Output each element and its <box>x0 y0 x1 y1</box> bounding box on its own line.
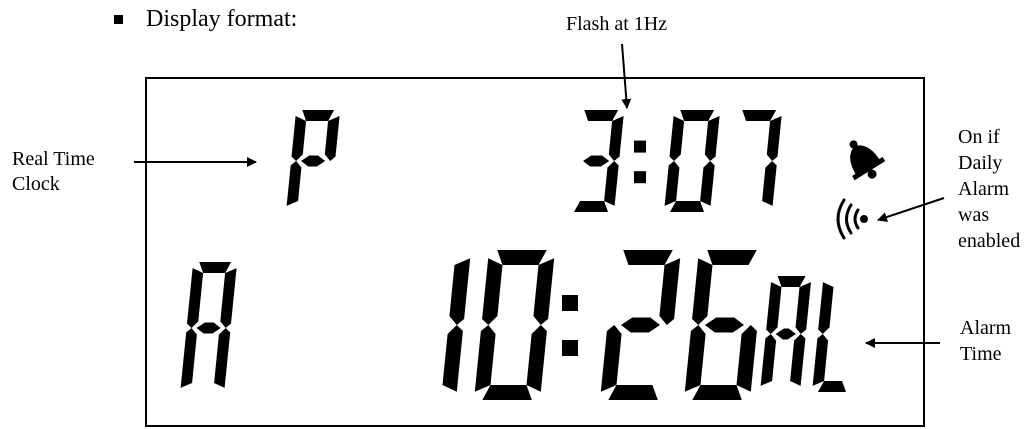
lcd-segment-e <box>664 161 680 206</box>
lcd-segment-e <box>684 325 706 392</box>
lcd-segment-g <box>301 155 326 167</box>
colon-dot <box>562 340 578 356</box>
lcd-segment-b <box>533 258 555 325</box>
lcd-segment-g <box>705 317 744 333</box>
lcd-segment-e <box>760 334 777 386</box>
lcd-glyphs <box>180 110 846 400</box>
lcd-segment-b <box>795 282 811 334</box>
lcd-segment-c <box>442 325 463 392</box>
bell-icon <box>849 140 886 181</box>
lcd-segment-c <box>700 161 715 206</box>
lcd-segment-a <box>302 110 335 121</box>
lcd-segment-f <box>669 116 685 161</box>
lcd-segment-a <box>680 110 715 121</box>
alarm-time-digit-0 <box>474 250 555 400</box>
alarm-time-digit-2 <box>600 250 681 400</box>
lcd-segment-e <box>600 325 622 392</box>
lcd-segment-f <box>482 258 503 325</box>
lcd-segment-c <box>790 334 806 386</box>
lcd-segment-a <box>742 110 777 121</box>
lcd-segment-f <box>818 282 834 334</box>
lcd-segment-d <box>692 385 742 400</box>
flash-arrow <box>621 43 632 109</box>
alarm-period-digit-A <box>180 262 237 388</box>
lcd-segment-a <box>497 250 547 265</box>
rtc-time-digit-3 <box>574 110 624 212</box>
rtc-period-digit-P <box>286 110 340 206</box>
lcd-segment-g <box>196 322 221 334</box>
lcd-segment-b <box>659 258 681 325</box>
lcd-segment-b <box>766 116 782 161</box>
lcd-segment-g <box>621 317 660 333</box>
lcd-segment-a <box>199 262 232 273</box>
lcd-segment-d <box>608 385 658 400</box>
lcd-segment-c <box>604 161 619 206</box>
lcd-segment-c <box>526 325 547 392</box>
lcd-segment-c <box>736 325 757 392</box>
lcd-diagram <box>134 43 945 427</box>
lcd-segment-b <box>324 116 340 161</box>
lcd-segment-e <box>474 325 496 392</box>
lcd-segment-b <box>449 258 471 325</box>
lcd-segment-e <box>286 161 302 206</box>
lcd-segment-g <box>583 155 610 167</box>
alarm-tag-digit-L <box>812 282 846 392</box>
lcd-segment-f <box>766 282 782 334</box>
rtc-time-colon <box>634 140 646 184</box>
lcd-segment-g <box>775 328 796 340</box>
lcd-segment-a <box>707 250 757 265</box>
lcd-segment-b <box>704 116 720 161</box>
lcd-segment-c <box>214 328 231 388</box>
rtc-time-digit-0 <box>664 110 720 212</box>
alarm-enabled-arrow <box>877 197 945 222</box>
lcd-segment-b <box>608 116 624 161</box>
alarm-tag-digit-A <box>760 276 811 386</box>
lcd-segment-e <box>812 334 829 386</box>
lcd-segment-c <box>762 161 777 206</box>
alarm-waves-icon <box>836 198 868 240</box>
lcd-segment-a <box>623 250 673 265</box>
colon-dot <box>562 295 578 311</box>
lcd-segment-d <box>482 385 532 400</box>
lcd-segment-a <box>777 276 806 287</box>
lcd-segment-d <box>574 201 608 212</box>
alarm-time-digit-1 <box>442 258 471 392</box>
lcd-segment-b <box>220 268 237 328</box>
lcd-segment-a <box>584 110 619 121</box>
alarm-time-digit-6 <box>684 250 757 400</box>
alarm-time-colon <box>562 295 578 356</box>
colon-dot <box>634 140 646 153</box>
lcd-segment-d <box>670 201 704 212</box>
colon-dot <box>634 171 646 184</box>
lcd-segment-f <box>291 116 307 161</box>
rtc-time-digit-7 <box>742 110 782 206</box>
lcd-segment-d <box>818 381 846 392</box>
lcd-segment-e <box>180 328 197 388</box>
lcd-segment-f <box>692 258 713 325</box>
lcd-segment-f <box>187 268 204 328</box>
